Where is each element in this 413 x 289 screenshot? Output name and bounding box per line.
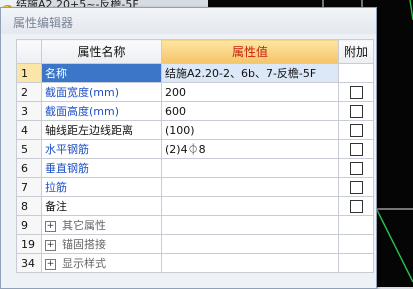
property-value — [161, 215, 339, 235]
attach-checkbox[interactable] — [349, 123, 363, 137]
attach-checkbox[interactable] — [349, 85, 363, 99]
property-name[interactable]: 名称 — [41, 63, 162, 83]
property-group-row[interactable]: 9 + 其它属性 — [16, 215, 374, 235]
header-property-name[interactable]: 属性名称 — [41, 39, 162, 64]
row-index: 19 — [16, 234, 42, 254]
row-index: 6 — [16, 158, 42, 178]
attach-checkbox[interactable] — [349, 180, 363, 194]
property-row[interactable]: 4 轴线距左边线距离 (100) — [16, 120, 374, 140]
attach-cell — [338, 253, 374, 273]
attach-cell — [338, 63, 374, 83]
property-value[interactable]: 600 — [161, 101, 339, 121]
expand-icon[interactable]: + — [45, 220, 56, 232]
property-row[interactable]: 1 名称 结施A2.20-2、6b、7-反檐-5F — [16, 63, 374, 83]
property-group-row[interactable]: 19 + 锚固搭接 — [16, 234, 374, 254]
row-index: 8 — [16, 196, 42, 216]
attach-cell — [338, 215, 374, 235]
expand-icon[interactable]: + — [45, 258, 56, 270]
grid-header-row: 属性名称 属性值 附加 — [16, 39, 374, 64]
property-name[interactable]: 水平钢筋 — [41, 139, 162, 159]
header-attach[interactable]: 附加 — [338, 39, 374, 64]
property-name[interactable]: 垂直钢筋 — [41, 158, 162, 178]
property-name[interactable]: 截面高度(mm) — [41, 101, 162, 121]
property-row[interactable]: 5 水平钢筋 (2)4⏀8 — [16, 139, 374, 159]
window-title: 属性编辑器 — [13, 16, 74, 30]
row-index: 9 — [16, 215, 42, 235]
attach-cell — [338, 196, 374, 216]
attach-cell — [338, 158, 374, 178]
row-index: 1 — [16, 63, 42, 83]
property-name[interactable]: 拉筋 — [41, 177, 162, 197]
property-row[interactable]: 6 垂直钢筋 — [16, 158, 374, 178]
property-row[interactable]: 8 备注 — [16, 196, 374, 216]
property-value — [161, 253, 339, 273]
property-editor-window[interactable]: 属性编辑器 属性名称 属性值 附加 1 名称 结施A2.20-2、6b、7-反檐-5… — [0, 7, 377, 289]
row-index: 4 — [16, 120, 42, 140]
attach-cell — [338, 234, 374, 254]
window-titlebar[interactable]: 属性编辑器 — [1, 8, 376, 34]
expand-icon[interactable]: + — [45, 239, 56, 251]
property-grid: 属性名称 属性值 附加 1 名称 结施A2.20-2、6b、7-反檐-5F 2 截面宽度… — [16, 39, 374, 273]
property-row[interactable]: 7 拉筋 — [16, 177, 374, 197]
attach-checkbox[interactable] — [349, 199, 363, 213]
header-index — [16, 39, 42, 64]
property-value — [161, 234, 339, 254]
row-index: 2 — [16, 82, 42, 102]
property-group-row[interactable]: 34 + 显示样式 — [16, 253, 374, 273]
property-value[interactable]: (2)4⏀8 — [161, 139, 339, 159]
attach-checkbox[interactable] — [349, 104, 363, 118]
property-group[interactable]: + 其它属性 — [41, 215, 162, 235]
property-row[interactable]: 2 截面宽度(mm) 200 — [16, 82, 374, 102]
property-group[interactable]: + 锚固搭接 — [41, 234, 162, 254]
property-value[interactable] — [161, 177, 339, 197]
attach-checkbox[interactable] — [349, 161, 363, 175]
property-name[interactable]: 截面宽度(mm) — [41, 82, 162, 102]
property-value[interactable] — [161, 158, 339, 178]
property-group-label: 其它属性 — [62, 219, 106, 232]
attach-checkbox[interactable] — [349, 142, 363, 156]
property-group[interactable]: + 显示样式 — [41, 253, 162, 273]
property-value[interactable]: 结施A2.20-2、6b、7-反檐-5F — [161, 63, 339, 83]
property-row[interactable]: 3 截面高度(mm) 600 — [16, 101, 374, 121]
row-index: 7 — [16, 177, 42, 197]
attach-cell — [338, 101, 374, 121]
property-value[interactable]: 200 — [161, 82, 339, 102]
property-name[interactable]: 备注 — [41, 196, 162, 216]
row-index: 5 — [16, 139, 42, 159]
property-value[interactable]: (100) — [161, 120, 339, 140]
header-property-value[interactable]: 属性值 — [161, 39, 339, 64]
attach-cell — [338, 177, 374, 197]
row-index: 3 — [16, 101, 42, 121]
row-index: 34 — [16, 253, 42, 273]
attach-cell — [338, 139, 374, 159]
attach-cell — [338, 82, 374, 102]
property-group-label: 锚固搭接 — [62, 238, 106, 251]
property-name[interactable]: 轴线距左边线距离 — [41, 120, 162, 140]
property-value[interactable] — [161, 196, 339, 216]
property-group-label: 显示样式 — [62, 257, 106, 270]
attach-cell — [338, 120, 374, 140]
